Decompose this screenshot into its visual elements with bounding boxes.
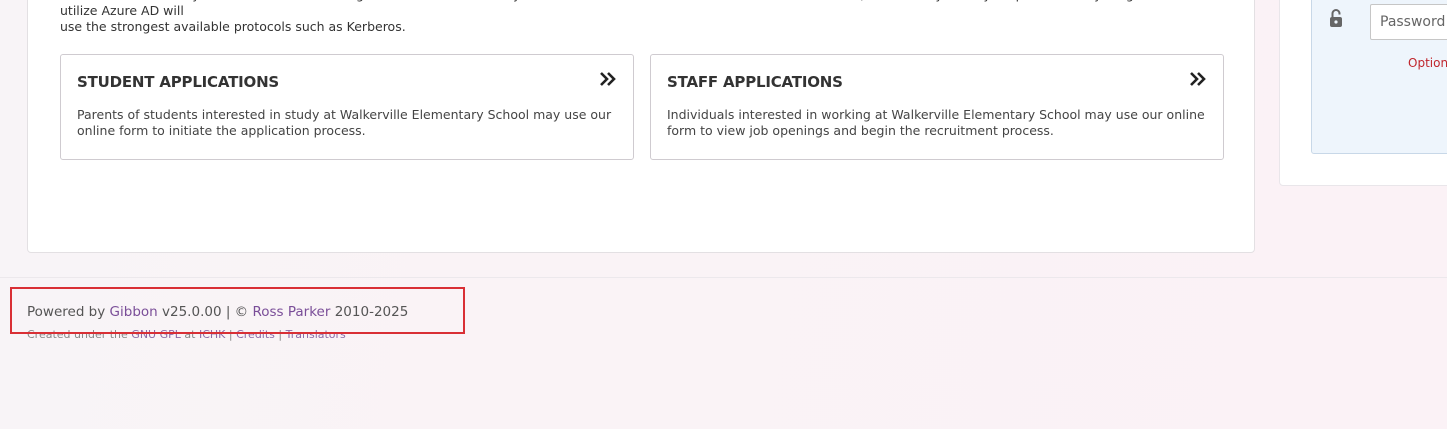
- options-link[interactable]: Options: [1408, 56, 1447, 70]
- lock-icon: [1330, 9, 1342, 27]
- intro-line-2: use the strongest available protocols su…: [60, 19, 406, 34]
- intro-text: Azure Active Directory SSO. Please note …: [60, 0, 1230, 35]
- staff-applications-description: Individuals interested in working at Wal…: [667, 107, 1205, 138]
- highlight-box: [10, 287, 465, 334]
- login-form: Options: [1311, 0, 1447, 154]
- main-content-panel: Azure Active Directory SSO. Please note …: [27, 0, 1255, 253]
- double-chevron-right-icon[interactable]: [599, 71, 617, 87]
- password-field[interactable]: [1370, 4, 1447, 40]
- student-applications-card[interactable]: STUDENT APPLICATIONS Parents of students…: [60, 54, 634, 160]
- sidebar-panel: Options: [1279, 0, 1447, 186]
- intro-line-1: Azure Active Directory SSO. Please note …: [60, 0, 1214, 18]
- double-chevron-right-icon[interactable]: [1189, 71, 1207, 87]
- student-applications-title: STUDENT APPLICATIONS: [77, 73, 280, 91]
- staff-applications-title: STAFF APPLICATIONS: [667, 73, 843, 91]
- staff-applications-card[interactable]: STAFF APPLICATIONS Individuals intereste…: [650, 54, 1224, 160]
- student-applications-description: Parents of students interested in study …: [77, 107, 612, 138]
- footer-divider: [0, 277, 1447, 278]
